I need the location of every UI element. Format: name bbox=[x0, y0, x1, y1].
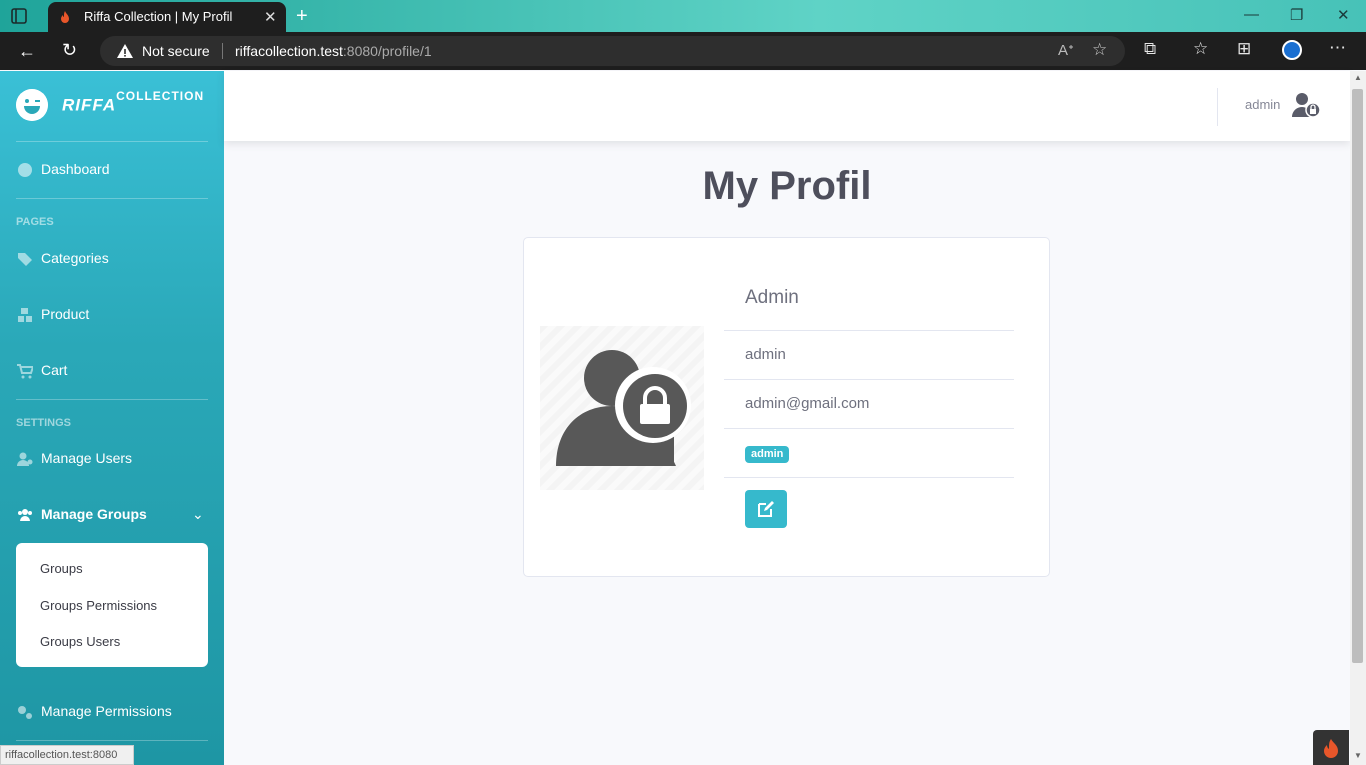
read-aloud-icon[interactable]: Aᐩ bbox=[1058, 41, 1074, 59]
sidebar-item-manage-permissions[interactable]: Manage Permissions bbox=[16, 701, 208, 723]
sidebar-item-cart[interactable]: Cart bbox=[16, 360, 208, 382]
page-title: My Profil bbox=[702, 164, 872, 208]
sidebar-item-manage-users[interactable]: Manage Users bbox=[16, 448, 208, 470]
extensions-icon[interactable]: ⧉ bbox=[1144, 39, 1156, 59]
sidebar-divider bbox=[16, 740, 208, 741]
page-scrollbar[interactable]: ▲ ▼ bbox=[1350, 71, 1366, 765]
tab-active[interactable]: Riffa Collection | My Profil ✕ bbox=[48, 2, 286, 32]
security-label[interactable]: Not secure bbox=[142, 43, 210, 59]
tab-close-icon[interactable]: ✕ bbox=[264, 8, 277, 26]
flame-favicon-icon bbox=[61, 11, 69, 23]
sidebar-item-product[interactable]: Product bbox=[16, 304, 208, 326]
sidebar-item-label: Manage Permissions bbox=[41, 703, 172, 719]
browser-status-url: riffacollection.test:8080 bbox=[0, 745, 134, 765]
more-menu-icon[interactable]: ⋯ bbox=[1329, 38, 1346, 58]
browser-profile-icon[interactable] bbox=[1282, 40, 1302, 60]
topbar: admin bbox=[224, 71, 1350, 141]
tab-actions-icon[interactable] bbox=[10, 7, 28, 25]
tags-icon bbox=[18, 253, 32, 266]
url-host: riffacollection.test bbox=[235, 43, 343, 59]
cart-icon bbox=[17, 364, 33, 379]
address-bar: ← ↻ Not secure riffacollection.test:8080… bbox=[0, 32, 1366, 70]
wink-face-logo-icon bbox=[16, 89, 48, 121]
edit-icon bbox=[758, 501, 774, 517]
scroll-down-arrow-icon[interactable]: ▼ bbox=[1354, 751, 1362, 760]
sidebar-item-manage-groups[interactable]: Manage Groups ⌄ bbox=[16, 504, 208, 526]
reload-icon[interactable]: ↻ bbox=[62, 40, 77, 61]
profile-row-name: Admin bbox=[724, 276, 1014, 331]
profile-card: Admin admin admin@gmail.com admin bbox=[523, 237, 1050, 577]
back-arrow-icon[interactable]: ← bbox=[18, 41, 36, 62]
submenu-item-groups[interactable]: Groups bbox=[40, 561, 83, 576]
collections-icon[interactable]: ⊞ bbox=[1237, 39, 1251, 59]
cogs-icon bbox=[18, 706, 32, 719]
sidebar-item-dashboard[interactable]: Dashboard bbox=[16, 159, 208, 181]
sidebar-item-label: Product bbox=[41, 306, 90, 322]
sidebar-item-label: Cart bbox=[41, 362, 68, 378]
profile-full-name: Admin bbox=[745, 287, 799, 308]
warning-icon bbox=[117, 44, 133, 58]
debug-toolbar-toggle[interactable] bbox=[1313, 730, 1349, 765]
chevron-down-icon: ⌄ bbox=[192, 506, 204, 522]
tab-title: Riffa Collection | My Profil bbox=[84, 9, 233, 24]
url-field[interactable]: Not secure riffacollection.test:8080/pro… bbox=[100, 36, 1125, 66]
profile-avatar bbox=[540, 326, 704, 490]
url-text[interactable]: riffacollection.test:8080/profile/1 bbox=[235, 43, 432, 59]
user-lock-avatar-icon bbox=[556, 350, 691, 466]
gauge-icon bbox=[18, 163, 32, 177]
boxes-icon bbox=[18, 308, 32, 322]
brand-name-main: RIFFA bbox=[62, 95, 117, 115]
scroll-up-arrow-icon[interactable]: ▲ bbox=[1354, 73, 1362, 82]
profile-row-username: admin bbox=[724, 331, 1014, 380]
window-close-icon[interactable]: ✕ bbox=[1337, 6, 1350, 24]
sidebar-heading-settings: SETTINGS bbox=[16, 417, 72, 429]
add-favorite-icon[interactable]: ☆ bbox=[1092, 40, 1107, 60]
sidebar-item-categories[interactable]: Categories bbox=[16, 248, 208, 270]
new-tab-icon[interactable]: + bbox=[296, 5, 308, 28]
users-group-icon bbox=[18, 509, 32, 521]
sidebar: RIFFACOLLECTION Dashboard PAGES Categori… bbox=[0, 71, 224, 765]
brand-name: RIFFACOLLECTION bbox=[62, 89, 204, 116]
brand-name-suffix: COLLECTION bbox=[116, 89, 205, 103]
favorites-icon[interactable]: ☆ bbox=[1193, 39, 1208, 59]
submenu-item-groups-permissions[interactable]: Groups Permissions bbox=[40, 598, 157, 613]
topbar-username[interactable]: admin bbox=[1245, 97, 1280, 112]
scrollbar-thumb[interactable] bbox=[1352, 89, 1363, 663]
profile-username: admin bbox=[745, 346, 786, 363]
groups-submenu: Groups Groups Permissions Groups Users bbox=[16, 543, 208, 667]
sidebar-item-label: Manage Groups bbox=[41, 506, 147, 522]
sidebar-divider bbox=[16, 198, 208, 199]
role-badge: admin bbox=[745, 446, 790, 463]
flame-icon bbox=[1324, 739, 1338, 758]
restore-icon[interactable]: ❐ bbox=[1290, 6, 1303, 24]
browser-tab-bar: Riffa Collection | My Profil ✕ + — ❐ ✕ bbox=[0, 0, 1366, 32]
profile-row-email: admin@gmail.com bbox=[724, 380, 1014, 429]
profile-email: admin@gmail.com bbox=[745, 395, 870, 412]
profile-row-role: admin bbox=[724, 429, 1014, 478]
minimize-icon[interactable]: — bbox=[1244, 6, 1259, 23]
submenu-item-groups-users[interactable]: Groups Users bbox=[40, 634, 120, 649]
edit-profile-button[interactable] bbox=[745, 490, 787, 528]
user-cog-icon bbox=[17, 452, 33, 466]
sidebar-heading-pages: PAGES bbox=[16, 216, 54, 228]
topbar-divider bbox=[1217, 88, 1218, 126]
sidebar-item-label: Dashboard bbox=[41, 161, 110, 177]
user-lock-icon[interactable] bbox=[1292, 91, 1320, 119]
sidebar-item-label: Manage Users bbox=[41, 450, 133, 466]
sidebar-divider bbox=[16, 141, 208, 142]
sidebar-divider bbox=[16, 399, 208, 400]
url-divider bbox=[222, 43, 223, 59]
sidebar-item-label: Categories bbox=[41, 250, 109, 266]
url-path: :8080/profile/1 bbox=[342, 43, 432, 59]
